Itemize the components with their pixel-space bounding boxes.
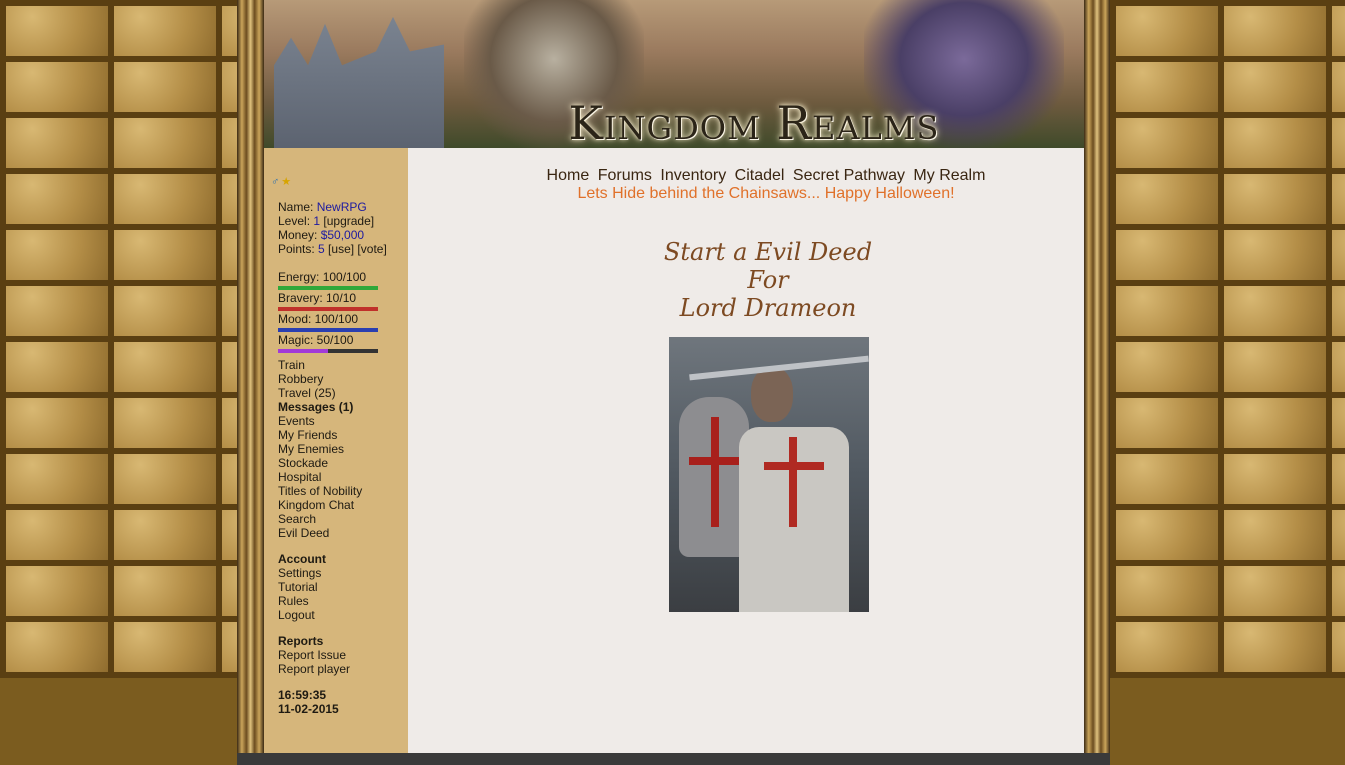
deed-line-3: Lord Drameon	[679, 294, 857, 322]
nav-secret-pathway[interactable]: Secret Pathway	[793, 167, 905, 184]
menu-tutorial[interactable]: Tutorial	[278, 580, 326, 594]
upgrade-link[interactable]: upgrade	[327, 214, 371, 228]
level-value: 1	[313, 214, 321, 228]
brick-wall-left	[0, 0, 237, 678]
nav-forums[interactable]: Forums	[598, 167, 652, 184]
use-points-link[interactable]: use	[331, 242, 350, 256]
menu-my-enemies[interactable]: My Enemies	[278, 442, 362, 456]
crusader-illustration	[739, 427, 849, 612]
castle-illustration	[274, 16, 444, 148]
star-icon: ★	[281, 176, 292, 188]
points-value: 5	[318, 242, 325, 256]
menu-kingdom-chat[interactable]: Kingdom Chat	[278, 498, 362, 512]
floor-right	[1110, 678, 1345, 765]
bravery-bar	[278, 307, 378, 311]
head-illustration	[751, 367, 793, 422]
menu-evil-deed[interactable]: Evil Deed	[278, 526, 362, 540]
server-clock: 16:59:35 11-02-2015	[278, 688, 339, 716]
level-label: Level:	[278, 214, 311, 228]
menu-messages[interactable]: Messages (1)	[278, 400, 362, 414]
frame-right	[1084, 0, 1110, 760]
deed-line-1: Start a Evil Deed	[663, 238, 873, 266]
site-logo: Kingdom Realms	[568, 96, 940, 148]
deed-line-2: For	[747, 266, 789, 294]
energy-bar	[278, 286, 378, 290]
energy-label: Energy: 100/100	[278, 270, 367, 284]
nav-citadel[interactable]: Citadel	[735, 167, 785, 184]
main-content: Home Forums Inventory Citadel Secret Pat…	[408, 148, 1084, 753]
menu-events[interactable]: Events	[278, 414, 362, 428]
male-icon: ♂	[271, 176, 280, 188]
player-name-link[interactable]: NewRPG	[317, 200, 367, 214]
menu-search[interactable]: Search	[278, 512, 362, 526]
frame-bottom	[237, 753, 1110, 765]
menu-stockade[interactable]: Stockade	[278, 456, 362, 470]
lord-drameon-portrait[interactable]	[669, 337, 869, 612]
status-bars: Energy: 100/100 Bravery: 10/10 Mood: 100…	[278, 270, 378, 354]
menu-report-player[interactable]: Report player	[278, 662, 350, 676]
floor-left	[0, 678, 237, 765]
menu-robbery[interactable]: Robbery	[278, 372, 362, 386]
clock-time: 16:59:35	[278, 688, 327, 702]
money-label: Money:	[278, 228, 318, 242]
magic-bar	[278, 349, 378, 353]
menu-titles-of-nobility[interactable]: Titles of Nobility	[278, 484, 362, 498]
announcement: Lets Hide behind the Chainsaws... Happy …	[577, 185, 955, 202]
nav-inventory[interactable]: Inventory	[660, 167, 726, 184]
player-stats: Name: NewRPG Level: 1 [upgrade] Money: $…	[278, 200, 387, 256]
header-banner: Kingdom Realms	[264, 0, 1084, 148]
sidebar: ♂ ★ Name: NewRPG Level: 1 [upgrade] Money…	[264, 148, 408, 753]
money-value: $50,000	[320, 228, 365, 242]
nav-my-realm[interactable]: My Realm	[913, 167, 985, 184]
top-nav: Home Forums Inventory Citadel Secret Pat…	[408, 167, 1124, 185]
menu-travel[interactable]: Travel (25)	[278, 386, 362, 400]
vote-link[interactable]: vote	[361, 242, 384, 256]
menu-logout[interactable]: Logout	[278, 608, 326, 622]
menu-report-issue[interactable]: Report Issue	[278, 648, 350, 662]
menu-my-friends[interactable]: My Friends	[278, 428, 362, 442]
nav-home[interactable]: Home	[547, 167, 590, 184]
reports-heading: Reports	[278, 634, 324, 648]
clock-date: 11-02-2015	[278, 702, 339, 716]
reports-section: Reports Report Issue Report player	[278, 634, 350, 676]
game-menu: Train Robbery Travel (25) Messages (1) E…	[278, 358, 362, 540]
name-label: Name:	[278, 200, 314, 214]
account-section: Account Settings Tutorial Rules Logout	[278, 552, 326, 622]
magic-label: Magic: 50/100	[278, 333, 354, 347]
frame-left	[237, 0, 264, 760]
points-label: Points:	[278, 242, 315, 256]
bravery-label: Bravery: 10/10	[278, 291, 357, 305]
menu-settings[interactable]: Settings	[278, 566, 326, 580]
brick-wall-right	[1110, 0, 1345, 678]
status-icons: ♂ ★	[271, 175, 293, 188]
menu-hospital[interactable]: Hospital	[278, 470, 362, 484]
menu-rules[interactable]: Rules	[278, 594, 326, 608]
evil-deed-title: Start a Evil Deed For Lord Drameon	[648, 238, 888, 322]
account-heading: Account	[278, 552, 326, 566]
mood-bar	[278, 328, 378, 332]
mood-label: Mood: 100/100	[278, 312, 359, 326]
menu-train[interactable]: Train	[278, 358, 362, 372]
